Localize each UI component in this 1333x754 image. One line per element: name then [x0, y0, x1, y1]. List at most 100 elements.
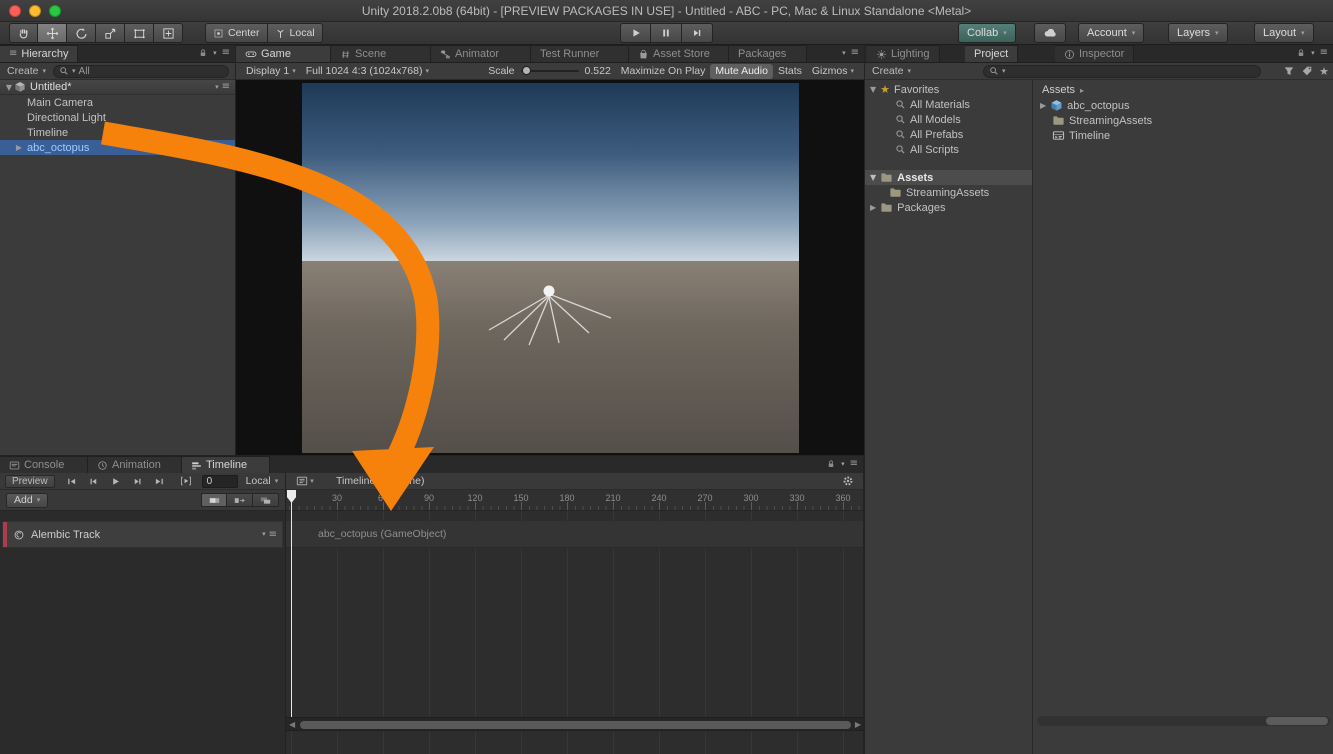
- chevron-down-icon[interactable]: ▾: [262, 531, 266, 538]
- display-dropdown[interactable]: Display 1 ▾: [241, 64, 301, 79]
- saved-search-all-materials[interactable]: All Materials: [865, 97, 1032, 112]
- saved-search-all-prefabs[interactable]: All Prefabs: [865, 127, 1032, 142]
- scale-tool-button[interactable]: [96, 23, 125, 43]
- rect-tool-button[interactable]: [125, 23, 154, 43]
- scroll-left-icon[interactable]: ◀: [289, 720, 295, 729]
- maximize-on-play-toggle[interactable]: Maximize On Play: [616, 64, 711, 79]
- minimize-window-button[interactable]: [29, 5, 41, 17]
- next-frame-button[interactable]: [127, 474, 149, 489]
- previous-frame-button[interactable]: [83, 474, 105, 489]
- pause-button[interactable]: [651, 23, 682, 43]
- filter-by-label-icon[interactable]: [1301, 65, 1313, 77]
- hierarchy-item-abc-octopus[interactable]: ▶ abc_octopus: [0, 140, 235, 155]
- chevron-down-icon[interactable]: ▾: [213, 50, 217, 57]
- tab-timeline[interactable]: Timeline: [182, 456, 270, 473]
- collab-dropdown[interactable]: Collab ▾: [958, 23, 1016, 43]
- layout-dropdown[interactable]: Layout ▾: [1254, 23, 1314, 43]
- lock-icon[interactable]: [826, 459, 836, 469]
- transform-tool-button[interactable]: [154, 23, 183, 43]
- tab-hierarchy[interactable]: ≡ Hierarchy: [0, 45, 78, 62]
- panel-menu-icon[interactable]: ≡: [851, 48, 859, 58]
- gizmos-dropdown[interactable]: Gizmos ▾: [807, 64, 859, 79]
- hierarchy-item-timeline[interactable]: Timeline: [0, 125, 235, 140]
- timeline-playhead[interactable]: [287, 490, 296, 503]
- stats-toggle[interactable]: Stats: [773, 64, 807, 79]
- hierarchy-create-dropdown[interactable]: Create ▾: [4, 65, 49, 77]
- play-range-toggle[interactable]: [175, 474, 197, 489]
- alembic-track-header[interactable]: Alembic Track ▾ ≡: [2, 521, 283, 548]
- foldout-closed-icon[interactable]: ▶: [1040, 101, 1046, 110]
- asset-streaming-assets[interactable]: StreamingAssets: [1034, 113, 1333, 128]
- tab-asset-store[interactable]: Asset Store: [629, 45, 729, 62]
- go-to-start-button[interactable]: [61, 474, 83, 489]
- hierarchy-item-directional-light[interactable]: Directional Light: [0, 110, 235, 125]
- timeline-hscrollbar[interactable]: ◀ ▶: [286, 717, 863, 731]
- panel-menu-icon[interactable]: ≡: [1320, 48, 1328, 58]
- layers-dropdown[interactable]: Layers ▾: [1168, 23, 1228, 43]
- foldout-open-icon[interactable]: ▼: [870, 173, 876, 182]
- timeline-hscroll-thumb[interactable]: [300, 721, 851, 729]
- hierarchy-search-input[interactable]: ▾ All: [53, 65, 229, 78]
- aspect-dropdown[interactable]: Full 1024 4:3 (1024x768) ▾: [301, 64, 434, 79]
- pivot-mode-button[interactable]: Center: [205, 23, 268, 43]
- folder-assets[interactable]: ▼ Assets: [865, 170, 1032, 185]
- tab-test-runner[interactable]: Test Runner: [531, 45, 629, 62]
- timeline-settings-button[interactable]: [837, 474, 859, 489]
- preview-toggle[interactable]: Preview: [5, 475, 55, 488]
- favorites-filter-icon[interactable]: ★: [1319, 66, 1329, 77]
- filter-by-type-icon[interactable]: [1283, 65, 1295, 77]
- move-tool-button[interactable]: [38, 23, 67, 43]
- scale-slider[interactable]: [521, 70, 579, 72]
- asset-abc-octopus[interactable]: ▶ abc_octopus: [1034, 98, 1333, 113]
- icon-size-slider-thumb[interactable]: [1266, 717, 1328, 725]
- tab-animator[interactable]: Animator: [431, 45, 531, 62]
- tab-packages[interactable]: Packages: [729, 45, 807, 62]
- panel-menu-icon[interactable]: ≡: [850, 459, 858, 469]
- chevron-down-icon[interactable]: ▾: [841, 461, 845, 468]
- foldout-open-icon[interactable]: ▼: [870, 85, 876, 94]
- go-to-end-button[interactable]: [149, 474, 171, 489]
- asset-timeline[interactable]: Timeline: [1034, 128, 1333, 143]
- panel-menu-icon[interactable]: ≡: [222, 48, 230, 58]
- tab-lighting[interactable]: Lighting: [867, 45, 940, 62]
- icon-size-slider[interactable]: [1037, 716, 1330, 726]
- tab-game[interactable]: Game: [236, 45, 331, 62]
- track-menu-icon[interactable]: ≡: [269, 530, 277, 540]
- tab-animation[interactable]: Animation: [88, 456, 182, 473]
- folder-packages[interactable]: ▶ Packages: [865, 200, 1032, 215]
- project-create-dropdown[interactable]: Create ▾: [869, 65, 914, 77]
- folder-streaming-assets[interactable]: StreamingAssets: [865, 185, 1032, 200]
- scroll-right-icon[interactable]: ▶: [855, 720, 861, 729]
- hand-tool-button[interactable]: [9, 23, 38, 43]
- rotation-mode-button[interactable]: Local: [268, 23, 323, 43]
- timeline-play-button[interactable]: [105, 474, 127, 489]
- play-button[interactable]: [620, 23, 651, 43]
- tab-project[interactable]: Project: [965, 45, 1018, 62]
- favorites-root[interactable]: ▼ ★ Favorites: [865, 82, 1032, 97]
- breadcrumb[interactable]: Assets ▸: [1034, 82, 1333, 98]
- rotate-tool-button[interactable]: [67, 23, 96, 43]
- time-reference-dropdown[interactable]: Local ▾: [243, 475, 282, 487]
- tab-inspector[interactable]: Inspector: [1055, 45, 1134, 62]
- add-track-button[interactable]: Add ▾: [6, 493, 48, 508]
- foldout-closed-icon[interactable]: ▶: [14, 143, 24, 152]
- tab-console[interactable]: Console: [0, 456, 88, 473]
- frame-field[interactable]: 0: [202, 475, 238, 488]
- timeline-splitter[interactable]: [285, 473, 286, 754]
- chevron-down-icon[interactable]: ▾: [215, 84, 219, 91]
- zoom-window-button[interactable]: [49, 5, 61, 17]
- lock-icon[interactable]: [1296, 48, 1306, 58]
- chevron-down-icon[interactable]: ▾: [1311, 50, 1315, 57]
- hierarchy-item-main-camera[interactable]: Main Camera: [0, 95, 235, 110]
- scale-slider-thumb[interactable]: [522, 66, 531, 75]
- saved-search-all-scripts[interactable]: All Scripts: [865, 142, 1032, 157]
- scene-row[interactable]: ▼ Untitled* ▾ ≡: [0, 80, 235, 95]
- chevron-down-icon[interactable]: ▾: [842, 50, 846, 57]
- mute-audio-toggle[interactable]: Mute Audio: [710, 64, 773, 79]
- foldout-open-icon[interactable]: ▼: [4, 83, 14, 92]
- foldout-closed-icon[interactable]: ▶: [870, 203, 876, 212]
- timeline-selector-button[interactable]: ▾: [292, 474, 318, 489]
- account-dropdown[interactable]: Account ▾: [1078, 23, 1144, 43]
- saved-search-all-models[interactable]: All Models: [865, 112, 1032, 127]
- project-search-input[interactable]: ▾: [983, 65, 1261, 78]
